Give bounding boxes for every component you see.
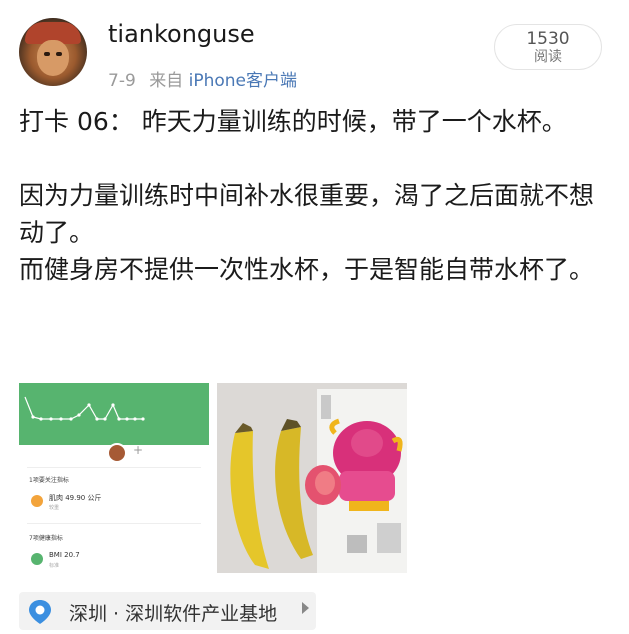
read-count: 1530 <box>526 29 570 49</box>
username[interactable]: tiankonguse <box>108 20 255 48</box>
post-text-line: 因为力量训练时中间补水很重要，渴了之后面就不想动了。 <box>19 181 595 247</box>
avatar[interactable] <box>19 18 87 86</box>
location-tag[interactable]: 深圳 · 深圳软件产业基地 <box>19 592 316 630</box>
metric-value: BMI 20.7 <box>49 551 80 559</box>
source-prefix: 来自 <box>149 71 184 91</box>
plus-icon: + <box>133 443 144 457</box>
post-date: 7-9 <box>108 71 136 91</box>
metric-sub: 标准 <box>49 563 60 569</box>
metric-sub: 较重 <box>49 505 60 511</box>
post-content: 打卡 06： 昨天力量训练的时候，带了一个水杯。 因为力量训练时中间补水很重要，… <box>19 103 615 288</box>
read-count-badge: 1530 阅读 <box>494 24 602 70</box>
post-header: tiankonguse 7-9 来自 iPhone客户端 1530 阅读 <box>0 0 629 100</box>
read-label: 阅读 <box>534 49 562 65</box>
bananas-and-water-cup-photo[interactable] <box>217 383 407 573</box>
post-meta: 7-9 来自 iPhone客户端 <box>108 66 297 91</box>
post-text-line: 打卡 06： 昨天力量训练的时候，带了一个水杯。 <box>19 107 567 136</box>
chevron-right-icon <box>302 602 309 614</box>
source-link[interactable]: iPhone客户端 <box>189 71 297 91</box>
mini-avatar <box>107 443 127 463</box>
location-text: 深圳 · 深圳软件产业基地 <box>69 603 278 625</box>
section-label: 1项要关注指标 <box>29 477 69 484</box>
metric-value: 肌肉 49.90 公斤 <box>49 494 102 502</box>
muscle-icon <box>31 495 43 507</box>
health-app-screenshot-image[interactable]: + 1项要关注指标 肌肉 49.90 公斤 较重 7项健康指标 BMI 20.7… <box>19 383 209 573</box>
location-pin-icon <box>29 600 51 624</box>
section-label: 7项健康指标 <box>29 535 63 542</box>
bmi-icon <box>31 553 43 565</box>
post-text-line: 而健身房不提供一次性水杯，于是智能自带水杯了。 <box>19 255 595 284</box>
